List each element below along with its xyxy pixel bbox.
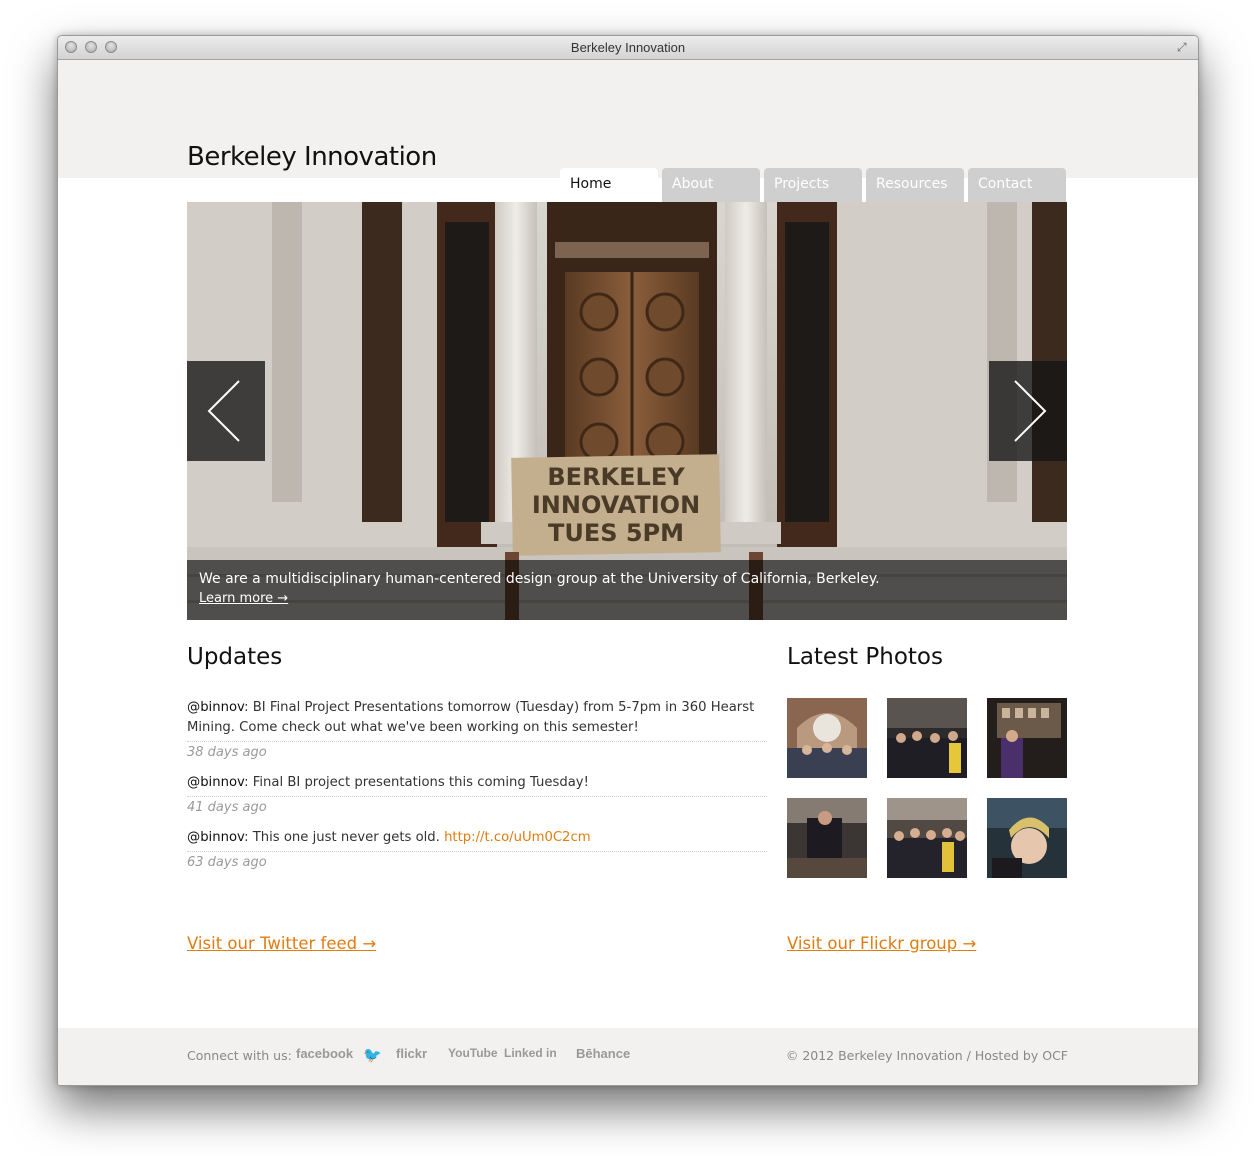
photos-title: Latest Photos bbox=[787, 644, 943, 670]
youtube-icon[interactable]: YouTube bbox=[448, 1046, 498, 1060]
tweet-handle[interactable]: @binnov bbox=[187, 700, 244, 715]
tweet-time: 41 days ago bbox=[187, 800, 267, 815]
tab-about[interactable]: About bbox=[662, 168, 760, 202]
site-logo[interactable]: Berkeley Innovation bbox=[187, 142, 437, 172]
photo-thumbnail[interactable] bbox=[887, 698, 967, 778]
chevron-right-icon bbox=[1014, 380, 1047, 442]
flickr-group-link[interactable]: Visit our Flickr group → bbox=[787, 934, 976, 953]
browser-window: Berkeley Innovation ⤢ Berkeley Innovatio… bbox=[57, 35, 1199, 1086]
photo-thumbnail[interactable] bbox=[987, 698, 1067, 778]
sign-line-1: BERKELEY bbox=[547, 463, 685, 491]
hero-caption-text: We are a multidisciplinary human-centere… bbox=[199, 571, 880, 587]
learn-more-link[interactable]: Learn more → bbox=[199, 591, 288, 606]
photo-thumbnail[interactable] bbox=[787, 698, 867, 778]
tweet-time: 38 days ago bbox=[187, 745, 267, 760]
site-footer: Connect with us: facebook 🐦 flickr YouTu… bbox=[58, 1028, 1198, 1085]
divider bbox=[187, 741, 767, 742]
tweet-text: : BI Final Project Presentations tomorro… bbox=[187, 700, 755, 735]
sign-line-2: INNOVATION bbox=[532, 491, 700, 519]
copyright: © 2012 Berkeley Innovation / Hosted by O… bbox=[785, 1048, 1068, 1063]
tweet-text: : Final BI project presentations this co… bbox=[244, 775, 589, 790]
tweet-time: 63 days ago bbox=[187, 855, 267, 870]
window-titlebar: Berkeley Innovation ⤢ bbox=[58, 36, 1198, 60]
tweet-handle[interactable]: @binnov bbox=[187, 775, 244, 790]
slider-next-button[interactable] bbox=[989, 361, 1067, 461]
tab-projects[interactable]: Projects bbox=[764, 168, 862, 202]
behance-icon[interactable]: Bēhance bbox=[576, 1046, 630, 1061]
tweet-1: @binnov: BI Final Project Presentations … bbox=[187, 698, 767, 738]
photo-thumbnail[interactable] bbox=[787, 798, 867, 878]
connect-label: Connect with us: bbox=[187, 1048, 292, 1063]
hero-caption: We are a multidisciplinary human-centere… bbox=[187, 560, 1067, 620]
tweet-handle[interactable]: @binnov bbox=[187, 830, 244, 845]
chevron-left-icon bbox=[207, 380, 240, 442]
twitter-icon[interactable]: 🐦 bbox=[363, 1046, 382, 1064]
tab-resources[interactable]: Resources bbox=[866, 168, 964, 202]
photo-thumbnail[interactable] bbox=[887, 798, 967, 878]
slider-prev-button[interactable] bbox=[187, 361, 265, 461]
tweet-link[interactable]: http://t.co/uUm0C2cm bbox=[444, 830, 590, 845]
divider bbox=[187, 796, 767, 797]
twitter-feed-link[interactable]: Visit our Twitter feed → bbox=[187, 934, 376, 953]
tweet-text: : This one just never gets old. bbox=[244, 830, 445, 845]
flickr-icon[interactable]: flickr bbox=[396, 1046, 427, 1061]
fullscreen-icon[interactable]: ⤢ bbox=[1177, 40, 1191, 54]
window-title: Berkeley Innovation bbox=[570, 40, 686, 55]
tweet-2: @binnov: Final BI project presentations … bbox=[187, 773, 767, 793]
updates-title: Updates bbox=[187, 644, 283, 670]
photo-thumbnail[interactable] bbox=[987, 798, 1067, 878]
hero-image: BERKELEY INNOVATION TUES 5PM bbox=[187, 202, 1067, 620]
hero-slider: BERKELEY INNOVATION TUES 5PM We are a mu… bbox=[187, 202, 1067, 620]
linkedin-icon[interactable]: Linked in bbox=[504, 1046, 557, 1060]
site-header: Berkeley Innovation Home About Projects … bbox=[58, 60, 1198, 202]
divider bbox=[187, 851, 767, 852]
tweet-3: @binnov: This one just never gets old. h… bbox=[187, 828, 767, 848]
sign-line-3: TUES 5PM bbox=[548, 519, 684, 547]
tab-contact[interactable]: Contact bbox=[968, 168, 1066, 202]
facebook-icon[interactable]: facebook bbox=[296, 1046, 353, 1061]
tab-home[interactable]: Home bbox=[560, 168, 658, 202]
